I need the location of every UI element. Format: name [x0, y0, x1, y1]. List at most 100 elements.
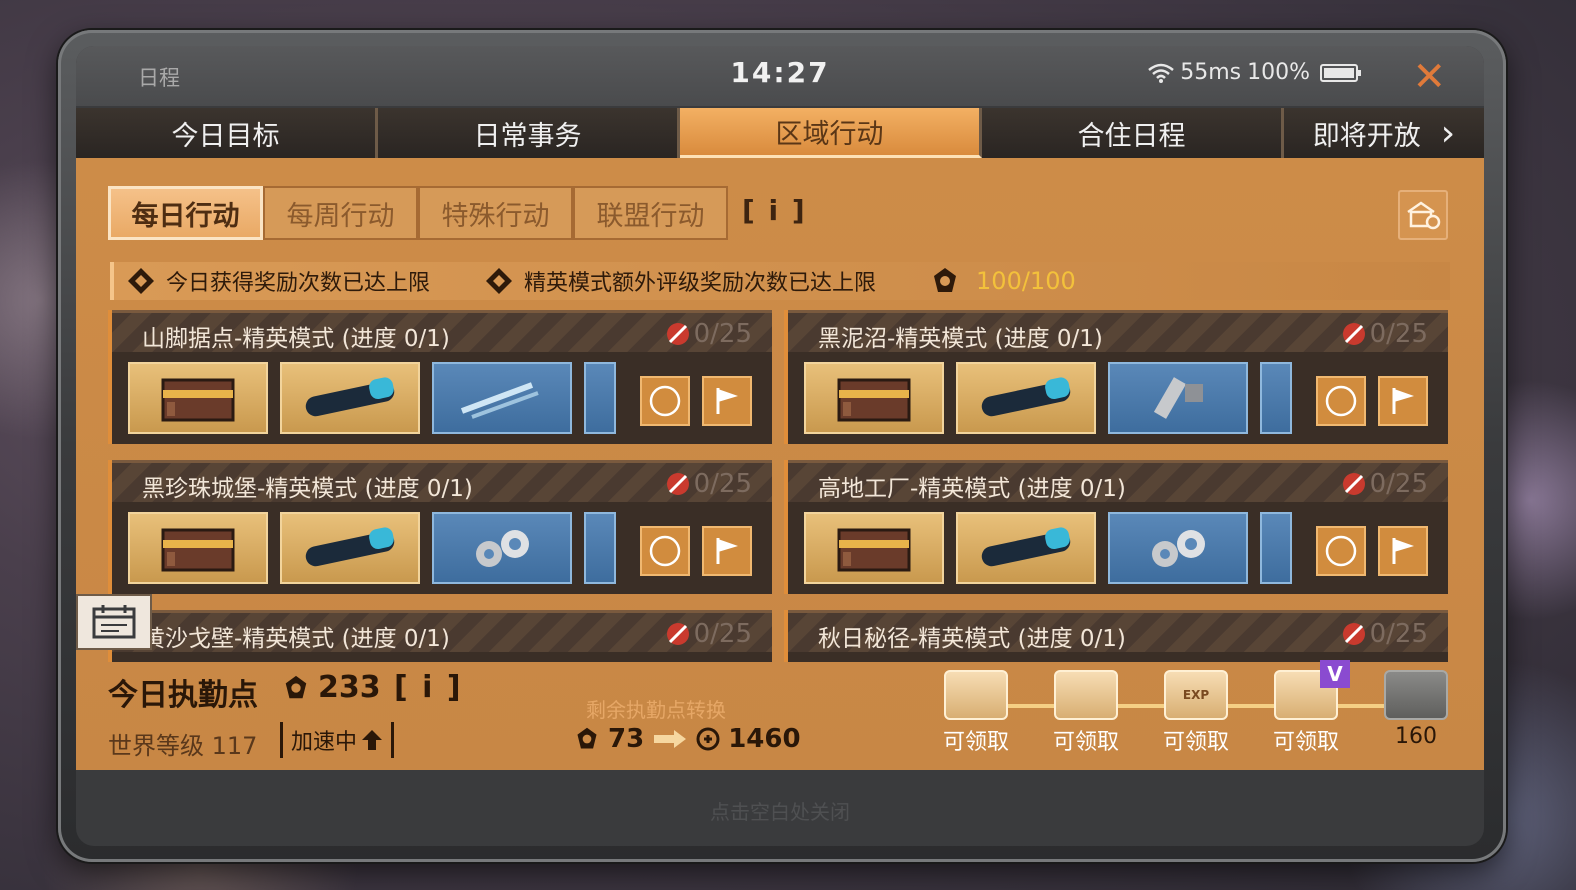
tab-daily-affairs[interactable]: 日常事务 — [378, 108, 680, 158]
reward-chest[interactable]: V 可领取 — [1266, 660, 1350, 756]
reward-supply-crate[interactable] — [128, 512, 268, 584]
mission-card[interactable]: 高地工厂-精英模式 (进度 0/1) 0/25 — [784, 460, 1448, 594]
diamond-icon — [486, 268, 513, 294]
mission-card[interactable]: 黄沙戈壁-精英模式 (进度 0/1) 0/25 — [108, 610, 772, 662]
subtab-special[interactable]: 特殊行动 — [418, 186, 573, 240]
capsule-icon — [981, 527, 1071, 567]
status-bar: 日程 14:27 55ms 100% ✕ — [76, 46, 1484, 106]
mission-header: 高地工厂-精英模式 (进度 0/1) 0/25 — [788, 460, 1448, 502]
reward-capsule[interactable] — [280, 512, 420, 584]
reward-tools[interactable] — [432, 362, 572, 434]
start-button[interactable] — [702, 376, 752, 426]
compass-icon — [649, 535, 681, 567]
battery-icon — [1320, 63, 1361, 82]
no-entry-icon — [1342, 473, 1365, 495]
convert-row: 73 1460 — [574, 724, 801, 754]
status-indicators: 55ms 100% — [1148, 60, 1361, 85]
subtab-weekly[interactable]: 每周行动 — [263, 186, 418, 240]
close-icon[interactable]: ✕ — [1412, 54, 1446, 100]
reward-more[interactable] — [584, 512, 616, 584]
no-entry-icon — [666, 473, 689, 495]
bolt-icon — [1153, 377, 1203, 419]
mission-title: 黄沙戈壁-精英模式 (进度 0/1) — [142, 626, 450, 652]
tab-area-action[interactable]: 区域行动 — [680, 108, 982, 158]
mission-limit: 0/25 — [1340, 619, 1428, 649]
duty-point-icon — [577, 727, 597, 749]
navigate-button[interactable] — [640, 376, 690, 426]
convert-title: 剩余执勤点转换 — [586, 698, 726, 722]
shop-button[interactable] — [1398, 190, 1448, 240]
exp-tag: EXP — [1182, 688, 1210, 702]
schedule-window: 日程 14:27 55ms 100% ✕ 今日目标 日常事务 区域行动 合住日程… — [76, 46, 1484, 846]
navigate-button[interactable] — [640, 526, 690, 576]
mission-header: 山脚据点-精英模式 (进度 0/1) 0/25 — [112, 310, 772, 352]
reward-bearings[interactable] — [432, 512, 572, 584]
crate-icon — [837, 378, 911, 422]
reward-more[interactable] — [1260, 512, 1292, 584]
mission-limit: 0/25 — [1340, 319, 1428, 349]
mission-card[interactable]: 黑泥沼-精英模式 (进度 0/1) 0/25 — [784, 310, 1448, 444]
close-hint[interactable]: 点击空白处关闭 — [76, 796, 1484, 825]
reward-capsule[interactable] — [956, 512, 1096, 584]
reward-supply-crate[interactable] — [804, 362, 944, 434]
arrow-up-icon — [362, 730, 383, 750]
mission-actions — [1316, 376, 1428, 426]
duty-summary: 今日执勤点 233 [ i ] 世界等级 117 加速中 剩余执勤点转换 73 … — [76, 660, 1484, 770]
mission-title: 秋日秘径-精英模式 (进度 0/1) — [818, 626, 1126, 652]
no-entry-icon — [1342, 323, 1365, 345]
tab-cohabit-schedule[interactable]: 合住日程 — [982, 108, 1284, 158]
duty-value: 233 — [282, 670, 381, 705]
reward-bolts[interactable] — [1108, 362, 1248, 434]
mission-limit: 0/25 — [664, 469, 752, 499]
battery-text: 100% — [1247, 60, 1310, 85]
crate-icon — [837, 528, 911, 572]
bearing-icon — [476, 530, 529, 567]
info-button[interactable]: [ i ] — [742, 194, 807, 227]
reward-more[interactable] — [1260, 362, 1292, 434]
reward-chest[interactable]: 可领取 — [1046, 670, 1126, 756]
start-button[interactable] — [1378, 526, 1428, 576]
reward-chest-locked[interactable]: 160 — [1376, 670, 1456, 749]
mission-card[interactable]: 秋日秘径-精英模式 (进度 0/1) 0/25 — [784, 610, 1448, 662]
tab-coming-soon[interactable]: 即将开放 › — [1284, 108, 1484, 158]
mission-header: 黑泥沼-精英模式 (进度 0/1) 0/25 — [788, 310, 1448, 352]
duty-info-button[interactable]: [ i ] — [394, 670, 463, 705]
wifi-icon — [1148, 63, 1175, 83]
reward-capsule[interactable] — [280, 362, 420, 434]
content-panel: 每日行动 每周行动 特殊行动 联盟行动 [ i ] 今日获得奖励次数已达上限 精… — [76, 158, 1484, 770]
mission-card[interactable]: 山脚据点-精英模式 (进度 0/1) 0/25 — [108, 310, 772, 444]
compass-icon — [649, 385, 681, 417]
reward-list — [128, 362, 616, 434]
compass-icon — [1325, 385, 1357, 417]
reward-more[interactable] — [584, 362, 616, 434]
mission-title: 黑珍珠城堡-精英模式 (进度 0/1) — [142, 476, 473, 502]
reward-bearings[interactable] — [1108, 512, 1248, 584]
no-entry-icon — [1342, 623, 1365, 645]
tab-today-goals[interactable]: 今日目标 — [76, 108, 378, 158]
start-button[interactable] — [1378, 376, 1428, 426]
navigate-button[interactable] — [1316, 376, 1366, 426]
mission-actions — [640, 376, 752, 426]
mission-header: 黄沙戈壁-精英模式 (进度 0/1) 0/25 — [112, 610, 772, 652]
compass-icon — [1325, 535, 1357, 567]
mission-title: 黑泥沼-精英模式 (进度 0/1) — [818, 326, 1103, 352]
bearing-icon — [1152, 530, 1205, 567]
mission-card[interactable]: 黑珍珠城堡-精英模式 (进度 0/1) 0/25 — [108, 460, 772, 594]
reward-chest[interactable]: 可领取 — [936, 670, 1016, 756]
flag-icon — [716, 538, 738, 564]
speedup-badge: 加速中 — [280, 722, 395, 758]
reward-capsule[interactable] — [956, 362, 1096, 434]
no-entry-icon — [666, 323, 689, 345]
reward-supply-crate[interactable] — [804, 512, 944, 584]
notice-reward-limit: 今日获得奖励次数已达上限 — [126, 265, 430, 297]
ping-text: 55ms — [1180, 60, 1242, 85]
mission-title: 高地工厂-精英模式 (进度 0/1) — [818, 476, 1126, 502]
coin-icon — [696, 727, 720, 751]
subtab-alliance[interactable]: 联盟行动 — [573, 186, 728, 240]
start-button[interactable] — [702, 526, 752, 576]
reward-supply-crate[interactable] — [128, 362, 268, 434]
subtab-daily[interactable]: 每日行动 — [108, 186, 263, 240]
reward-chest[interactable]: EXP 可领取 — [1156, 670, 1236, 756]
calendar-button[interactable] — [76, 594, 152, 650]
navigate-button[interactable] — [1316, 526, 1366, 576]
